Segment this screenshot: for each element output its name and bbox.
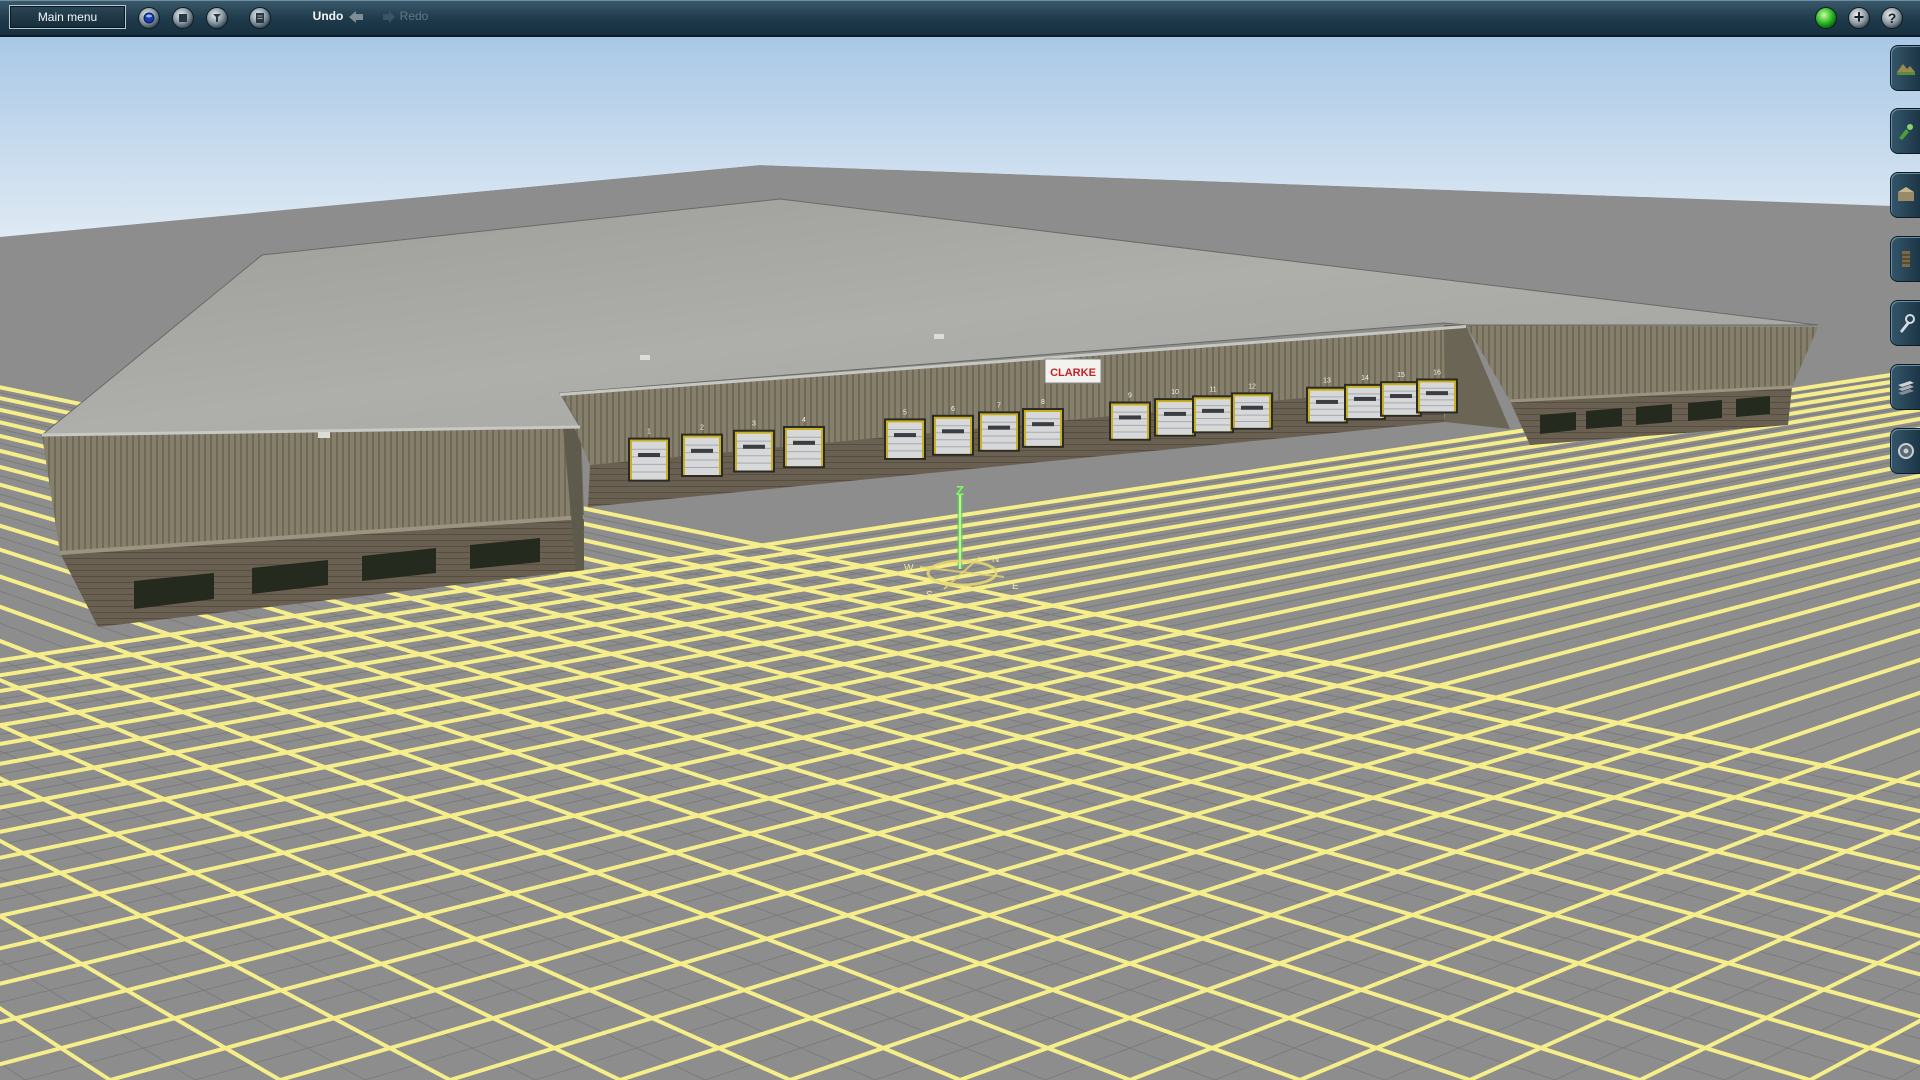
undo-button[interactable]: Undo [308, 5, 348, 29]
compass-east: E [1012, 581, 1019, 592]
redo-button[interactable]: Redo [396, 5, 432, 29]
door-number: 15 [1397, 372, 1405, 379]
door-number: 16 [1433, 369, 1441, 376]
settings-tool-tab[interactable] [1890, 428, 1920, 474]
paint-tool-tab[interactable] [1890, 108, 1920, 154]
3d-viewport[interactable]: CLARKE 1 2 3 4 5 6 7 8 9 10 11 12 13 14 15 16 [0, 37, 1920, 1080]
door-number: 14 [1361, 375, 1369, 382]
plus-icon: + [1853, 7, 1865, 27]
wrench-tool-tab[interactable] [1890, 300, 1920, 346]
compass-north: N [992, 554, 999, 565]
z-axis-label: Z [956, 483, 964, 498]
door-number: 1 [647, 429, 651, 436]
main-menu-button[interactable]: Main menu [9, 5, 126, 29]
tools-button[interactable] [206, 7, 228, 29]
door-number: 9 [1128, 392, 1132, 399]
layers-icon [143, 12, 155, 24]
paint-tool-icon [1899, 124, 1913, 140]
stop-icon [179, 14, 187, 22]
tools-icon [213, 14, 221, 22]
door-number: 10 [1171, 389, 1179, 396]
document-button[interactable] [249, 7, 271, 29]
layers-button[interactable] [138, 7, 160, 29]
door-number: 5 [903, 409, 907, 416]
terrain-tool-icon [1897, 64, 1915, 75]
document-icon [256, 13, 264, 23]
compass-west: W [904, 563, 914, 574]
layers-tool-tab[interactable] [1890, 364, 1920, 410]
help-button[interactable]: ? [1881, 7, 1903, 29]
door-number: 4 [802, 417, 806, 424]
objects-tool-icon [1898, 187, 1914, 201]
undo-arrow-icon[interactable] [348, 10, 364, 24]
top-toolbar: Main menu Undo Redo + ? [0, 0, 1920, 37]
track-tool-icon [1902, 251, 1910, 267]
compass-south: S [926, 590, 933, 601]
door-number: 13 [1323, 378, 1331, 385]
settings-tool-icon [1898, 443, 1914, 459]
redo-arrow-icon[interactable] [382, 10, 396, 24]
wrench-tool-icon [1900, 314, 1915, 333]
objects-tool-tab[interactable] [1890, 172, 1920, 218]
door-number: 7 [997, 402, 1001, 409]
door-number: 6 [951, 406, 955, 413]
add-button[interactable]: + [1848, 7, 1870, 29]
door-number: 8 [1041, 399, 1045, 406]
status-light-icon[interactable] [1815, 7, 1837, 29]
door-number: 11 [1209, 386, 1216, 393]
door-number: 2 [700, 425, 704, 432]
layers-tool-icon [1898, 381, 1914, 395]
door-number: 12 [1248, 383, 1256, 390]
door-number: 3 [752, 421, 756, 428]
terrain-tool-tab[interactable] [1890, 45, 1920, 91]
track-tool-tab[interactable] [1890, 236, 1920, 282]
stop-button[interactable] [172, 7, 194, 29]
company-sign-text: CLARKE [1050, 367, 1096, 379]
scene-canvas[interactable]: CLARKE 123456 7 89 10 11 1213 14 15 16 Z… [0, 37, 1920, 1080]
